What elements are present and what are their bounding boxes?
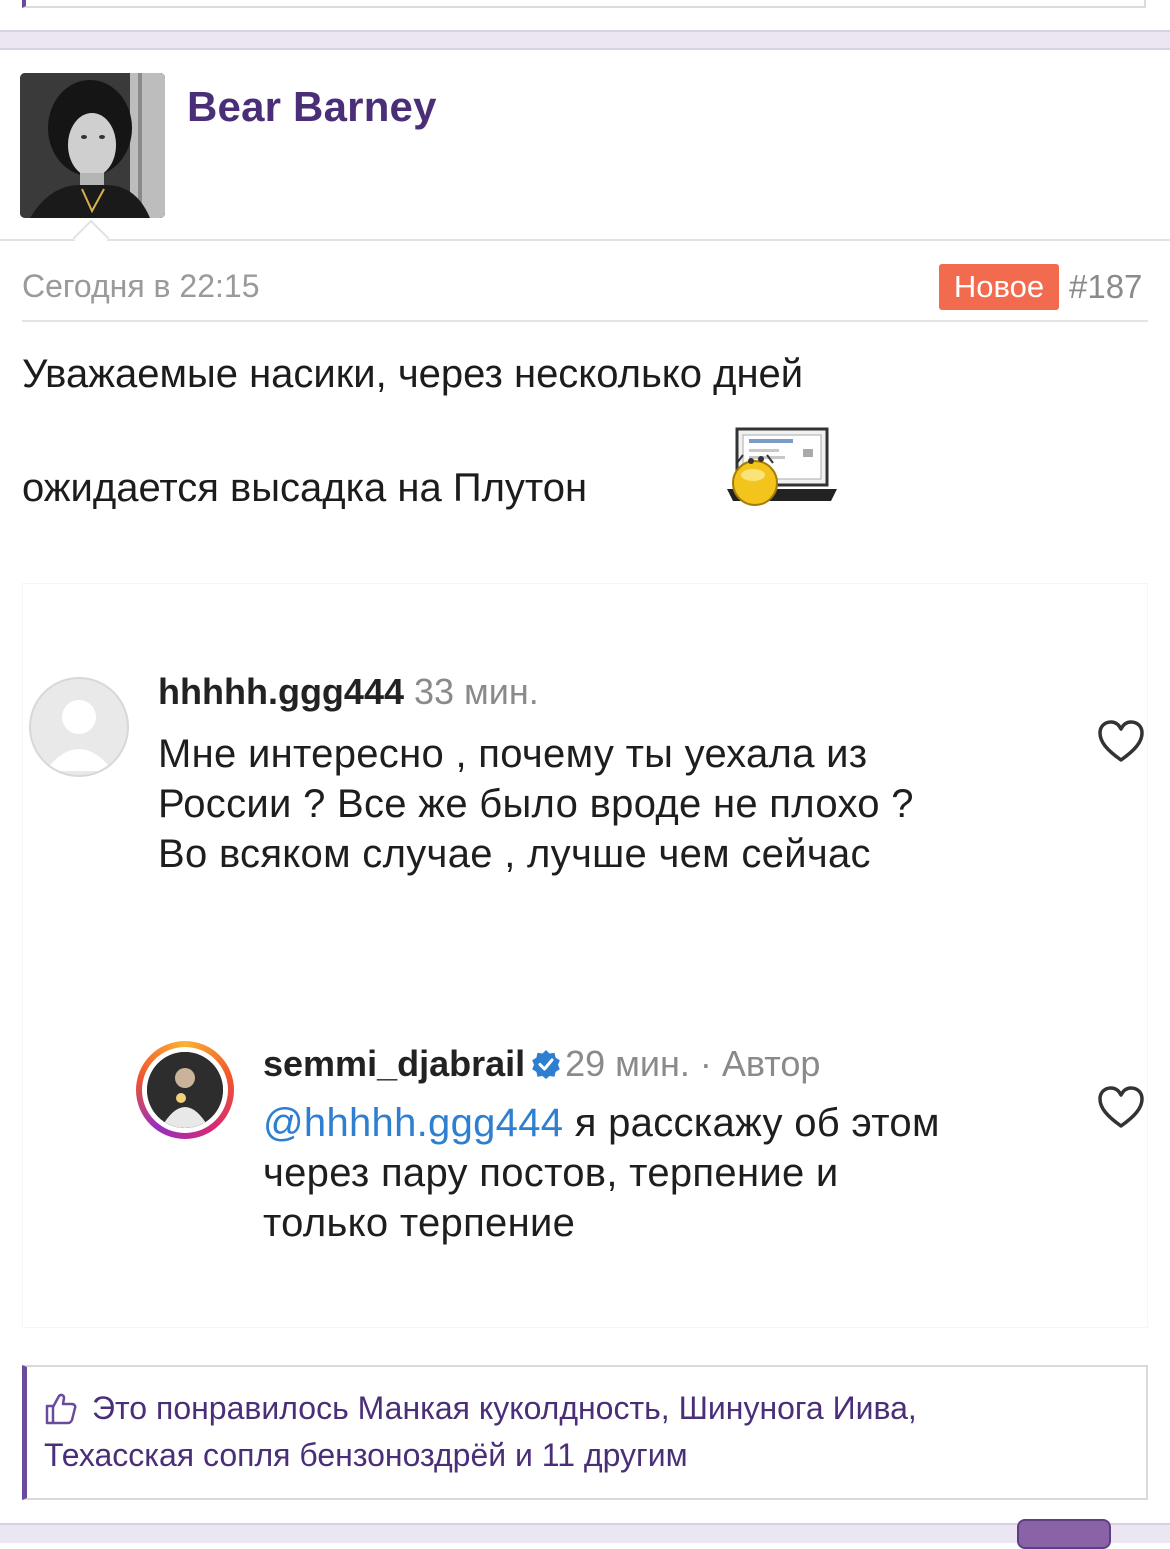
comment-time: 33 мин.	[414, 671, 539, 712]
scroll-up-button[interactable]	[1017, 1519, 1111, 1549]
post-separator	[0, 30, 1170, 50]
reply-meta: 29 мин. · Автор	[565, 1043, 821, 1084]
new-badge: Новое	[939, 264, 1059, 310]
replier-name[interactable]: semmi_djabrail	[263, 1043, 525, 1084]
comment-username[interactable]: hhhhh.ggg444 33 мин.	[158, 671, 539, 713]
mention-link[interactable]: @hhhhh.ggg444	[263, 1101, 563, 1145]
author-name[interactable]: Bear Barney	[187, 83, 437, 131]
reply-text-line: через пару постов, терпение и	[263, 1151, 839, 1195]
heart-icon[interactable]	[1097, 720, 1145, 764]
author-avatar[interactable]	[20, 73, 165, 218]
reply-text-line: только терпение	[263, 1201, 576, 1245]
comment-text-line: Во всяком случае , лучше чем сейчас	[158, 832, 871, 876]
comment-text-line: России ? Все же было вроде не плохо ?	[158, 782, 914, 826]
commenter-name[interactable]: hhhhh.ggg444	[158, 671, 404, 712]
post-number-link[interactable]: #187	[1069, 268, 1142, 306]
likes-summary	[22, 1365, 1148, 1500]
heart-icon[interactable]	[1097, 1086, 1145, 1130]
post-date: Сегодня в 22:15	[22, 268, 260, 304]
divider	[0, 239, 1170, 241]
commenter-avatar[interactable]	[29, 677, 129, 777]
reply-text-line: @hhhhh.ggg444 я расскажу об этом	[263, 1101, 940, 1145]
laptop-smiley-icon	[723, 425, 841, 515]
previous-post-edge	[22, 0, 1146, 8]
post-separator	[0, 1523, 1170, 1543]
likes-text-line[interactable]: Это понравилось Манкая куколдность, Шину…	[92, 1390, 917, 1427]
replier-avatar[interactable]	[147, 1052, 223, 1128]
post-text-line: Уважаемые насики, через несколько дней	[22, 352, 804, 396]
divider	[22, 320, 1148, 322]
reply-username[interactable]: semmi_djabrail 29 мин. · Автор	[263, 1043, 820, 1085]
likes-text-line[interactable]: Техасская сопля бензоноздрёй и 11 другим	[44, 1437, 688, 1474]
verified-badge-icon	[531, 1046, 561, 1079]
thumbs-up-icon[interactable]	[44, 1392, 78, 1426]
comment-text-line: Мне интересно , почему ты уехала из	[158, 732, 868, 776]
post-text-line: ожидается высадка на Плутон	[22, 466, 588, 510]
